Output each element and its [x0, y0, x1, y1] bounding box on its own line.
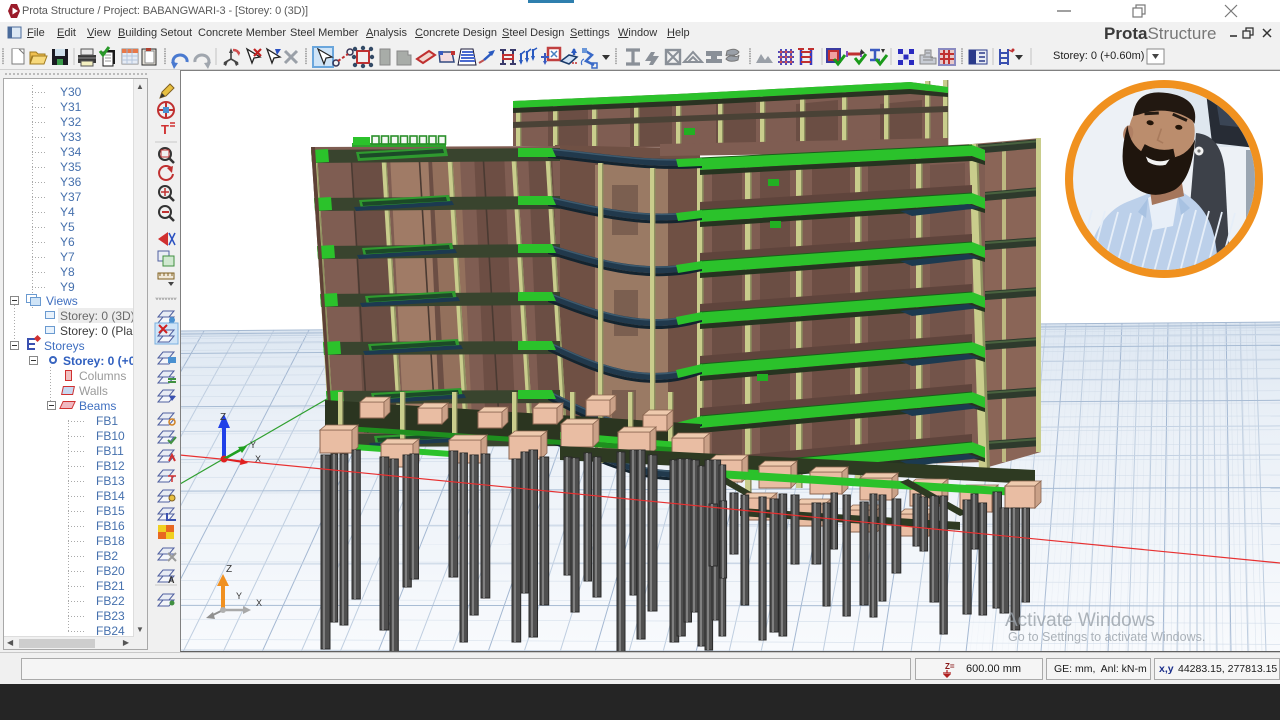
svg-text:Y: Y [250, 440, 256, 450]
svg-text:Z=: Z= [945, 662, 955, 671]
svg-text:Z: Z [226, 564, 232, 575]
svg-text:X: X [256, 598, 262, 608]
svg-text:Y: Y [236, 591, 242, 601]
svg-text:A: A [168, 575, 175, 585]
svg-text:T: T [161, 122, 169, 137]
svg-text:X: X [255, 454, 261, 464]
svg-text:Activate Windows: Activate Windows [1005, 610, 1155, 631]
svg-text:Z: Z [220, 412, 226, 423]
svg-text:Go to Settings to activate Win: Go to Settings to activate Windows. [1008, 630, 1205, 644]
